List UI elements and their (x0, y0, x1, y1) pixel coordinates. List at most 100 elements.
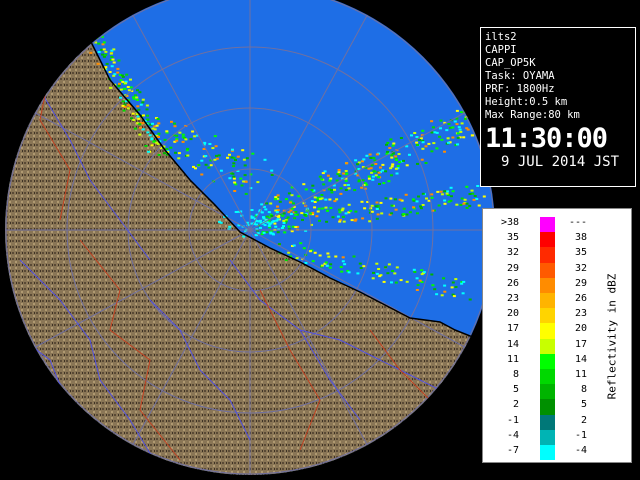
echo-speck (208, 143, 212, 145)
echo-speck (335, 198, 339, 201)
echo-speck (371, 277, 375, 280)
echo-speck (89, 51, 93, 54)
echo-speck (193, 135, 197, 138)
echo-speck (471, 192, 475, 195)
echo-speck (243, 174, 247, 177)
echo-speck (304, 262, 308, 264)
echo-speck (372, 156, 376, 159)
legend-lower-bound: 8 (512, 369, 519, 380)
echo-speck (303, 213, 307, 216)
echo-speck (442, 277, 446, 280)
echo-speck (408, 211, 412, 214)
echo-speck (232, 175, 236, 178)
echo-speck (239, 177, 243, 180)
legend-upper-bound: 17 (574, 338, 587, 350)
echo-speck (455, 203, 459, 206)
echo-speck (295, 257, 299, 260)
echo-speck (299, 242, 303, 245)
echo-speck (292, 244, 296, 247)
echo-speck (336, 173, 340, 175)
echo-speck (270, 174, 274, 176)
echo-speck (475, 198, 479, 200)
echo-speck (443, 190, 447, 193)
echo-speck (333, 188, 336, 191)
echo-speck (438, 135, 442, 138)
echo-speck (170, 120, 173, 123)
echo-speck (347, 187, 351, 190)
echo-speck (131, 112, 135, 115)
echo-speck (393, 272, 397, 275)
echo-speck (125, 73, 129, 76)
echo-speck (326, 209, 329, 212)
echo-speck (421, 147, 425, 150)
legend-row: 17 20 (483, 323, 587, 339)
legend-lower-bound: 35 (506, 232, 519, 244)
clutter-speck (260, 203, 264, 206)
echo-speck (430, 150, 434, 153)
echo-speck (287, 225, 291, 228)
echo-speck (358, 262, 362, 265)
echo-speck (100, 48, 104, 51)
legend-row: 23 26 (483, 293, 587, 309)
echo-speck (466, 128, 470, 131)
echo-speck (209, 164, 213, 167)
echo-speck (455, 109, 459, 112)
echo-speck (398, 161, 402, 164)
echo-speck (197, 164, 201, 167)
echo-speck (391, 270, 395, 272)
echo-speck (236, 155, 240, 158)
echo-speck (346, 184, 350, 186)
echo-speck (136, 115, 140, 118)
echo-speck (138, 133, 142, 136)
echo-speck (385, 143, 388, 146)
echo-speck (232, 165, 236, 168)
legend-row: -4 -1 (483, 429, 587, 445)
echo-speck (214, 145, 218, 148)
echo-speck (399, 279, 403, 282)
echo-speck (459, 130, 463, 133)
echo-speck (356, 272, 360, 275)
echo-speck (357, 179, 361, 182)
echo-speck (446, 190, 449, 193)
echo-speck (116, 67, 120, 70)
echo-speck (382, 280, 386, 283)
echo-speck (389, 167, 393, 170)
echo-speck (147, 150, 150, 153)
echo-speck (276, 231, 280, 234)
echo-speck (231, 172, 235, 175)
echo-speck (477, 204, 481, 207)
echo-speck (460, 282, 464, 285)
echo-speck (333, 200, 337, 203)
echo-speck (440, 193, 444, 196)
echo-speck (449, 199, 453, 202)
echo-speck (374, 205, 378, 208)
echo-speck (337, 171, 341, 174)
echo-speck (302, 247, 306, 250)
legend-color-swatch (540, 217, 555, 233)
echo-speck (313, 251, 317, 254)
echo-speck (379, 201, 383, 204)
legend-row: -7 -4 (483, 445, 587, 461)
echo-speck (421, 141, 425, 144)
echo-speck (256, 181, 260, 184)
echo-speck (415, 141, 419, 144)
echo-speck (439, 190, 443, 193)
echo-speck (294, 210, 298, 213)
echo-speck (318, 175, 322, 178)
echo-speck (251, 152, 255, 155)
echo-speck (377, 176, 381, 179)
echo-speck (371, 175, 375, 178)
echo-speck (416, 284, 420, 287)
echo-speck (318, 198, 322, 201)
echo-speck (390, 212, 394, 215)
echo-speck (350, 219, 354, 222)
echo-speck (376, 213, 380, 216)
legend-upper-bound: 26 (574, 293, 587, 304)
echo-speck (278, 200, 282, 203)
echo-speck (234, 159, 237, 161)
echo-speck (329, 207, 333, 209)
echo-speck (404, 193, 408, 196)
clutter-speck (267, 211, 271, 214)
legend-lower-bound: -4 (506, 429, 519, 441)
legend-upper-bound: -4 (574, 445, 587, 456)
